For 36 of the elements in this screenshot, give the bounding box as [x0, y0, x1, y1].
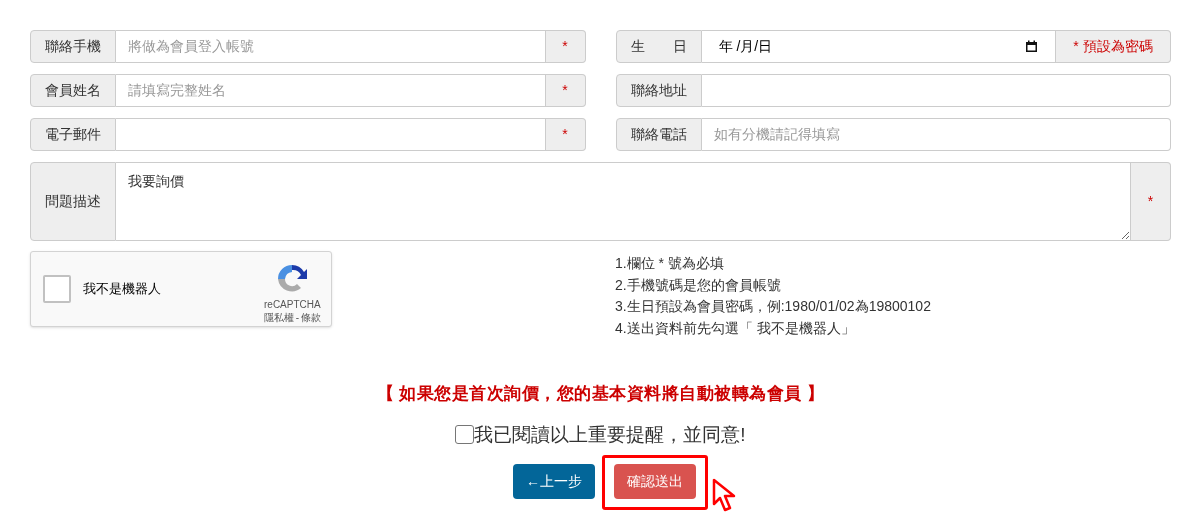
field-label: 電子郵件 — [30, 118, 116, 151]
field-label: 會員姓名 — [30, 74, 116, 107]
field-label: 聯絡手機 — [30, 30, 116, 63]
required-mark: * — [1131, 162, 1171, 241]
required-mark: * 預設為密碼 — [1056, 30, 1171, 63]
field-label: 問題描述 — [30, 162, 116, 241]
field-label: 聯絡地址 — [615, 74, 702, 107]
terms-link[interactable]: 條款 — [301, 311, 321, 324]
input-field[interactable] — [701, 74, 1171, 107]
cursor-icon — [712, 478, 738, 513]
note-text: 2.手機號碼是您的會員帳號 — [615, 275, 782, 295]
input-field[interactable]: 如有分機請記得填寫 — [701, 118, 1171, 151]
notice-text: 【 如果您是首次詢價，您的基本資料將自動被轉為會員 】 — [376, 383, 825, 405]
input-field[interactable] — [116, 118, 546, 151]
required-mark: * — [545, 74, 586, 107]
captcha-label: 我不是機器人 — [83, 280, 161, 299]
field-label: 生 日 — [615, 30, 702, 63]
captcha-checkbox[interactable] — [43, 275, 71, 303]
agree-label: 我已閱讀以上重要提醒，並同意! — [474, 422, 746, 447]
back-button[interactable]: ←上一步 — [513, 464, 595, 499]
input-field[interactable]: 請填寫完整姓名 — [116, 74, 546, 107]
link-separator: - — [295, 311, 299, 324]
submit-button[interactable]: 確認送出 — [614, 464, 696, 499]
privacy-link[interactable]: 隱私權 — [263, 311, 294, 324]
agree-checkbox[interactable] — [455, 425, 475, 445]
note-text: 4.送出資料前先勾選「 我不是機器人」 — [615, 318, 856, 338]
required-mark: * — [545, 118, 586, 151]
captcha-brand: reCAPTCHA — [264, 297, 321, 312]
required-mark: * — [545, 30, 586, 63]
field-label: 聯絡電話 — [615, 118, 702, 151]
description-textarea[interactable]: 我要詢價 — [116, 162, 1131, 241]
date-field[interactable]: 年 /月/日 — [701, 30, 1056, 63]
calendar-icon[interactable] — [1025, 40, 1038, 53]
note-text: 3.生日預設為會員密碼，例:1980/01/02為19800102 — [615, 297, 931, 316]
input-field[interactable]: 將做為會員登入帳號 — [116, 30, 546, 63]
note-text: 1.欄位 * 號為必填 — [615, 254, 725, 273]
